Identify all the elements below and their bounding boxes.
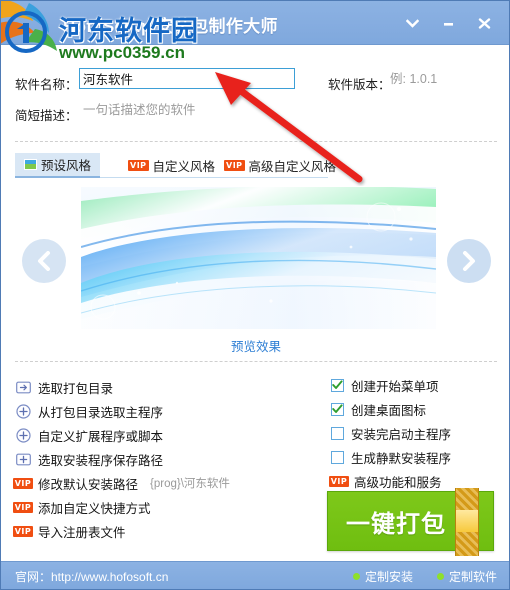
style-swatch-icon <box>24 159 37 170</box>
option-add-custom-shortcut[interactable]: VIP 添加自定义快捷方式 <box>12 495 315 519</box>
option-label: 自定义扩展程序或脚本 <box>38 429 164 444</box>
chevron-right-icon <box>463 251 475 271</box>
preview-next-button[interactable] <box>447 239 491 283</box>
divider-top <box>15 141 497 142</box>
checkbox-label: 生成静默安装程序 <box>351 451 452 466</box>
official-site-link[interactable]: 官网：http://www.hofosoft.cn <box>15 568 168 585</box>
short-description-input[interactable] <box>83 100 313 119</box>
divider-middle <box>15 361 497 362</box>
option-custom-extension-script[interactable]: 自定义扩展程序或脚本 <box>15 423 315 447</box>
application-window: HofoSetup 安装包制作大师 软件名称： 软件版本： 简短描述： 预设风格… <box>0 0 510 590</box>
checkbox-icon[interactable] <box>331 426 344 440</box>
vip-badge-icon: VIP <box>12 523 34 539</box>
ribbon-decoration-icon <box>455 488 479 556</box>
folder-plus-icon <box>15 451 31 467</box>
minimize-icon[interactable] <box>431 8 465 38</box>
plus-circle-icon <box>15 427 31 443</box>
checkbox-label: 安装完启动主程序 <box>351 427 452 442</box>
packaging-options-list: 选取打包目录 从打包目录选取主程序 自定义扩展程序或脚本 选取安装程序保存路径 … <box>12 375 315 543</box>
status-custom-install[interactable]: 定制安装 <box>352 568 413 585</box>
checkbox-silent-installer[interactable]: 生成静默安装程序 <box>331 445 501 469</box>
vip-badge-icon: VIP <box>128 160 149 171</box>
tab-label: 高级自定义风格 <box>248 160 337 174</box>
status-dot-icon <box>436 573 444 580</box>
vip-badge-icon: VIP <box>12 499 34 515</box>
status-item-label: 定制安装 <box>364 570 413 584</box>
title-bar: HofoSetup 安装包制作大师 <box>1 1 509 45</box>
plus-circle-icon <box>15 403 31 419</box>
preview-effect-link[interactable]: 预览效果 <box>1 336 509 355</box>
option-select-main-program[interactable]: 从打包目录选取主程序 <box>15 399 315 423</box>
option-label: 选取安装程序保存路径 <box>38 453 164 468</box>
checkbox-label: 创建桌面图标 <box>351 403 427 418</box>
short-description-label: 简短描述： <box>15 109 78 123</box>
option-label: 从打包目录选取主程序 <box>38 405 164 420</box>
tab-preset-style[interactable]: 预设风格 <box>15 153 101 178</box>
tab-label: 自定义风格 <box>152 160 216 174</box>
preview-prev-button[interactable] <box>22 239 66 283</box>
checkbox-icon[interactable] <box>331 402 344 416</box>
tab-advanced-custom-style[interactable]: VIP 高级自定义风格 <box>215 153 345 178</box>
checkbox-icon[interactable] <box>331 378 344 392</box>
software-name-input[interactable] <box>79 68 295 89</box>
option-import-registry-file[interactable]: VIP 导入注册表文件 <box>12 519 315 543</box>
vip-badge-icon: VIP <box>12 475 34 491</box>
status-custom-software[interactable]: 定制软件 <box>436 568 497 585</box>
checkbox-run-after-install[interactable]: 安装完启动主程序 <box>331 421 501 445</box>
option-select-package-dir[interactable]: 选取打包目录 <box>15 375 315 399</box>
one-click-pack-button[interactable]: 一键打包 <box>327 488 494 556</box>
status-dot-icon <box>352 573 360 580</box>
option-label: 添加自定义快捷方式 <box>38 501 151 516</box>
checkbox-create-start-menu[interactable]: 创建开始菜单项 <box>331 373 501 397</box>
preview-wallpaper <box>81 187 436 329</box>
status-bar: 官网：http://www.hofosoft.cn 定制安装 定制软件 <box>1 561 509 589</box>
folder-arrow-icon <box>15 379 31 395</box>
style-tab-bar: 预设风格 VIP 自定义风格 VIP 高级自定义风格 <box>15 153 497 179</box>
status-item-label: 定制软件 <box>448 570 497 584</box>
chevron-left-icon <box>38 251 50 271</box>
vip-badge-text: VIP <box>328 475 350 487</box>
chevron-down-icon[interactable] <box>395 8 429 38</box>
option-label: 选取打包目录 <box>38 381 114 396</box>
vip-badge-text: VIP <box>12 525 34 537</box>
checkbox-label: 创建开始菜单项 <box>351 379 439 394</box>
tab-custom-style[interactable]: VIP 自定义风格 <box>119 153 224 178</box>
option-value: {prog}\河东软件 <box>150 478 230 490</box>
install-options-list: 创建开始菜单项 创建桌面图标 安装完启动主程序 生成静默安装程序 VIP 高级功… <box>328 373 501 493</box>
window-controls <box>395 1 501 45</box>
software-name-label: 软件名称： <box>15 78 78 92</box>
tab-label: 预设风格 <box>41 159 92 173</box>
window-title: HofoSetup 安装包制作大师 <box>63 17 278 36</box>
option-label: 导入注册表文件 <box>38 525 126 540</box>
status-actions: 定制安装 定制软件 <box>352 568 497 585</box>
vip-badge-icon: VIP <box>224 160 245 171</box>
option-label: 修改默认安装路径 <box>38 477 139 492</box>
software-version-input[interactable] <box>390 68 500 89</box>
option-modify-default-install-path[interactable]: VIP 修改默认安装路径 {prog}\河东软件 <box>12 471 315 495</box>
option-select-output-path[interactable]: 选取安装程序保存路径 <box>15 447 315 471</box>
close-icon[interactable] <box>467 8 501 38</box>
vip-badge-icon: VIP <box>328 473 350 489</box>
option-label: 高级功能和服务 <box>354 475 442 490</box>
watermark-url: www.pc0359.cn <box>59 43 185 62</box>
software-version-label: 软件版本： <box>328 78 391 92</box>
pack-button-label: 一键打包 <box>346 510 446 538</box>
vip-badge-text: VIP <box>12 501 34 513</box>
style-preview-image[interactable] <box>81 187 436 329</box>
checkbox-icon[interactable] <box>331 450 344 464</box>
vip-badge-text: VIP <box>12 477 34 489</box>
checkbox-create-desktop-icon[interactable]: 创建桌面图标 <box>331 397 501 421</box>
